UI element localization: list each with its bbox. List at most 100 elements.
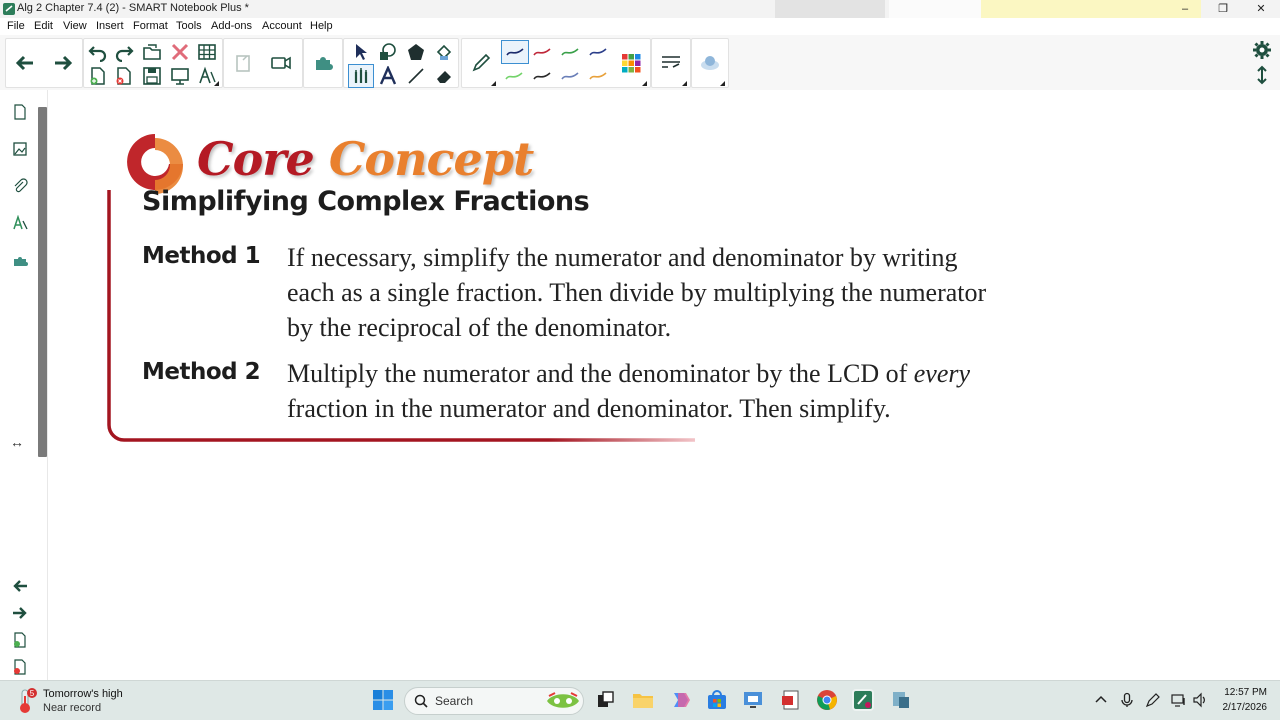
menu-account[interactable]: Account [262, 20, 302, 32]
pen-color-swatch[interactable] [586, 65, 610, 87]
fill-effects-icon[interactable] [695, 43, 725, 83]
method-1-line: by the reciprocal of the denominator. [287, 313, 672, 342]
resize-handle-icon[interactable]: ↔ [10, 434, 24, 450]
magic-pen-icon[interactable] [348, 64, 374, 88]
text-icon[interactable] [376, 65, 400, 87]
windows-taskbar: 5 Tomorrow's high Near record Search 12:… [0, 680, 1280, 720]
microphone-icon[interactable] [1119, 692, 1135, 708]
back-arrow-icon[interactable] [10, 43, 40, 83]
add-page-icon[interactable] [8, 628, 32, 652]
search-label: Search [435, 694, 474, 708]
sidebar-scrollbar[interactable] [38, 107, 47, 457]
line-icon[interactable] [404, 65, 428, 87]
thermometer-icon[interactable]: 5 [17, 687, 39, 715]
whiteboard-canvas[interactable]: Core Concept Simplifying Complex Fractio… [49, 90, 1280, 680]
pen-color-swatch[interactable] [530, 41, 554, 63]
chrome-icon[interactable] [816, 689, 838, 711]
menu-insert[interactable]: Insert [96, 20, 124, 32]
shapes-icon[interactable] [376, 41, 400, 63]
move-toolbar-icon[interactable] [1250, 64, 1274, 86]
line-style-icon[interactable] [656, 43, 686, 83]
video-camera-icon[interactable] [266, 43, 296, 83]
method-2-emphasis: every [913, 359, 971, 388]
save-icon[interactable] [140, 65, 164, 87]
polygon-icon[interactable] [404, 41, 428, 63]
properties-tab-icon[interactable] [8, 211, 32, 235]
menu-format[interactable]: Format [133, 20, 168, 32]
pen-color-swatch[interactable] [558, 65, 582, 87]
section-heading: Simplifying Complex Fractions [142, 186, 590, 217]
gallery-icon[interactable] [8, 137, 32, 161]
undo-icon[interactable] [86, 41, 110, 63]
app-logo-icon [3, 3, 15, 15]
open-file-icon[interactable] [140, 41, 164, 63]
delete-page-icon[interactable] [8, 655, 32, 679]
menu-tools[interactable]: Tools [176, 20, 202, 32]
adobe-reader-icon[interactable] [780, 689, 802, 711]
method-2-text: Multiply the numerator and the denominat… [287, 356, 1087, 426]
menu-bar: File Edit View Insert Format Tools Add-o… [0, 18, 1280, 35]
pen-icon[interactable] [466, 43, 496, 83]
previous-page-icon[interactable] [8, 574, 32, 598]
screen-shade-icon[interactable] [168, 65, 192, 87]
remote-desktop-icon[interactable] [742, 689, 764, 711]
pen-color-swatch[interactable] [501, 40, 529, 64]
windows-start-icon[interactable] [372, 689, 394, 711]
menu-edit[interactable]: Edit [34, 20, 53, 32]
taskbar-search-box[interactable]: Search [404, 687, 584, 715]
method-2-label: Method 2 [142, 359, 261, 385]
menu-view[interactable]: View [63, 20, 87, 32]
pen-color-swatch[interactable] [530, 65, 554, 87]
add-page-icon[interactable] [86, 65, 110, 87]
method-1-line: each as a single fraction. Then divide b… [287, 278, 987, 307]
smart-tools-icon[interactable] [890, 689, 912, 711]
pen-color-swatch[interactable] [558, 41, 582, 63]
network-icon[interactable] [1171, 692, 1187, 708]
menu-add-ons[interactable]: Add-ons [211, 20, 252, 32]
close-button[interactable]: ✕ [1244, 0, 1278, 18]
table-icon[interactable] [195, 41, 219, 63]
volume-icon[interactable] [1192, 692, 1208, 708]
pen-tray-icon[interactable] [1145, 692, 1161, 708]
search-icon [414, 694, 428, 708]
weather-title[interactable]: Tomorrow's high [43, 688, 123, 700]
next-page-icon[interactable] [8, 601, 32, 625]
color-palette-icon[interactable] [616, 43, 646, 83]
delete-icon[interactable] [168, 41, 192, 63]
add-on-icon[interactable] [308, 43, 338, 83]
search-highlight-icon [547, 692, 579, 708]
weather-badge: 5 [30, 689, 35, 698]
drawing-tools-group [343, 38, 459, 88]
restore-button[interactable]: ❐ [1206, 0, 1240, 18]
clock-date[interactable]: 2/17/2026 [1207, 702, 1268, 713]
paste-icon[interactable] [228, 43, 258, 83]
fill-icon[interactable] [432, 41, 456, 63]
pen-color-swatch[interactable] [586, 41, 610, 63]
forward-arrow-icon[interactable] [48, 43, 78, 83]
menu-help[interactable]: Help [310, 20, 333, 32]
minimize-button[interactable]: – [1168, 0, 1202, 18]
weather-subtitle[interactable]: Near record [43, 702, 101, 714]
window-title: Alg 2 Chapter 7.4 (2) - SMART Notebook P… [17, 2, 249, 14]
select-icon[interactable] [349, 41, 373, 63]
redo-icon[interactable] [112, 41, 136, 63]
edit-group [83, 38, 223, 88]
chevron-up-icon[interactable] [1093, 692, 1109, 708]
eraser-icon[interactable] [432, 65, 456, 87]
settings-gear-icon[interactable] [1250, 39, 1274, 61]
palette-color-cell [622, 60, 628, 66]
attachments-icon[interactable] [8, 174, 32, 198]
smart-notebook-icon[interactable] [852, 689, 874, 711]
menu-file[interactable]: File [7, 20, 25, 32]
store-icon[interactable] [706, 689, 728, 711]
file-explorer-icon[interactable] [632, 689, 654, 711]
pen-color-swatch[interactable] [502, 65, 526, 87]
page-sorter-icon[interactable] [8, 100, 32, 124]
dropdown-triangle [682, 81, 687, 86]
add-ons-tab-icon[interactable] [8, 248, 32, 272]
delete-page-icon[interactable] [112, 65, 136, 87]
task-view-icon[interactable] [594, 689, 616, 711]
method-1-label: Method 1 [142, 243, 261, 269]
copilot-icon[interactable] [670, 689, 692, 711]
clock-time[interactable]: 12:57 PM [1207, 687, 1267, 698]
